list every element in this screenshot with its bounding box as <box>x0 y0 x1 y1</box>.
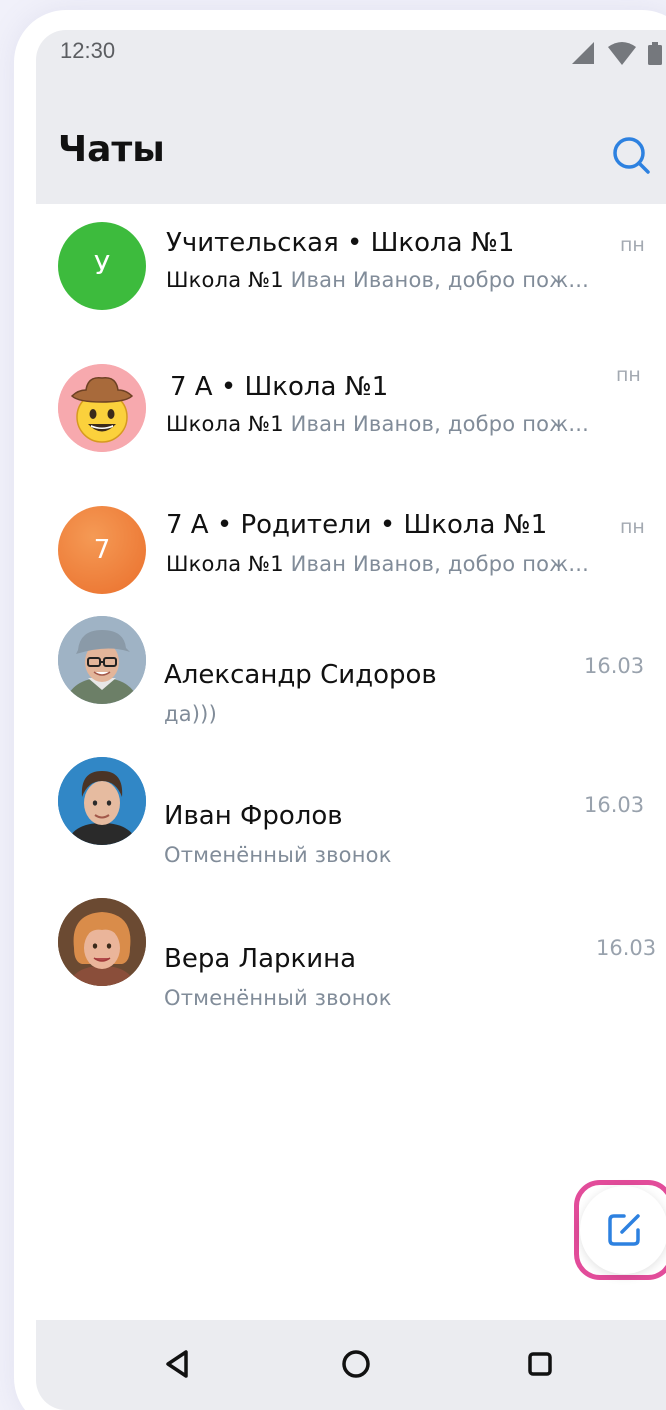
chat-preview: да))) <box>164 702 217 726</box>
avatar-photo <box>58 757 146 845</box>
chat-sender: Школа №1 <box>166 412 284 436</box>
compose-icon <box>608 1214 640 1246</box>
chat-list-item[interactable]: 7 А • Школа №1 Школа №1 Иван Иванов, доб… <box>36 322 656 452</box>
chat-name: 7 А • Родители • Школа №1 <box>166 510 548 540</box>
search-icon <box>613 137 650 174</box>
chat-preview: Школа №1 Иван Иванов, добро пож... <box>166 268 589 292</box>
avatar-letter: 7 <box>93 535 111 565</box>
chat-date: 16.03 <box>584 654 645 678</box>
chat-name: Александр Сидоров <box>164 660 437 690</box>
cowboy-emoji-icon <box>58 364 146 452</box>
chat-message: Иван Иванов, добро пож... <box>283 552 589 576</box>
chat-list-item[interactable]: 7 7 А • Родители • Школа №1 Школа №1 Ива… <box>36 462 656 594</box>
avatar-letter: У <box>94 251 110 281</box>
avatar <box>58 616 146 704</box>
chat-list-item[interactable]: У Учительская • Школа №1 Школа №1 Иван И… <box>36 180 656 310</box>
wifi-icon <box>608 42 636 65</box>
status-bar: 12:30 <box>36 30 666 80</box>
search-button[interactable] <box>610 134 654 178</box>
chat-list-item[interactable]: Вера Ларкина Отменённый звонок 16.03 <box>36 888 657 1010</box>
system-navigation-bar <box>36 1320 666 1410</box>
chat-message: Иван Иванов, добро пож... <box>283 412 589 436</box>
chat-name: Учительская • Школа №1 <box>166 228 515 258</box>
avatar-photo <box>58 898 146 986</box>
battery-icon <box>648 42 662 65</box>
nav-recents-button[interactable] <box>520 1344 560 1384</box>
avatar <box>58 757 146 845</box>
chat-preview: Школа №1 Иван Иванов, добро пож... <box>166 412 589 436</box>
avatar: У <box>58 222 146 310</box>
signal-icon <box>572 42 594 64</box>
phone-screen: 12:30 Чаты У Учительская • Школа №1 Школ… <box>36 30 666 1410</box>
compose-button[interactable] <box>580 1186 666 1274</box>
avatar: 7 <box>58 506 146 594</box>
chat-name: 7 А • Школа №1 <box>170 372 389 402</box>
nav-recents-icon <box>528 1352 552 1376</box>
chat-list-item[interactable]: Иван Фролов Отменённый звонок 16.03 <box>36 745 656 867</box>
chat-sender: Школа №1 <box>166 268 284 292</box>
status-icons <box>564 40 666 72</box>
chat-message: Иван Иванов, добро пож... <box>283 268 589 292</box>
nav-home-button[interactable] <box>336 1344 376 1384</box>
chat-sender: Школа №1 <box>166 552 284 576</box>
chat-date: 16.03 <box>584 793 645 817</box>
chat-preview: Отменённый звонок <box>164 843 392 867</box>
nav-back-button[interactable] <box>158 1344 198 1384</box>
chat-list-item[interactable]: Александр Сидоров да))) 16.03 <box>36 604 656 726</box>
avatar <box>58 898 146 986</box>
avatar-photo <box>58 616 146 704</box>
nav-back-icon <box>166 1350 188 1378</box>
chat-preview: Школа №1 Иван Иванов, добро пож... <box>166 552 589 576</box>
chat-name: Вера Ларкина <box>164 944 357 974</box>
chat-date: пн <box>620 234 645 256</box>
chat-preview: Отменённый звонок <box>164 986 392 1010</box>
chat-date: пн <box>620 516 645 538</box>
chat-date: 16.03 <box>596 936 657 960</box>
chat-date: пн <box>616 364 641 386</box>
avatar <box>58 364 146 452</box>
nav-home-icon <box>342 1350 370 1378</box>
page-title: Чаты <box>58 129 165 170</box>
chat-name: Иван Фролов <box>164 801 343 831</box>
status-time: 12:30 <box>60 38 116 63</box>
